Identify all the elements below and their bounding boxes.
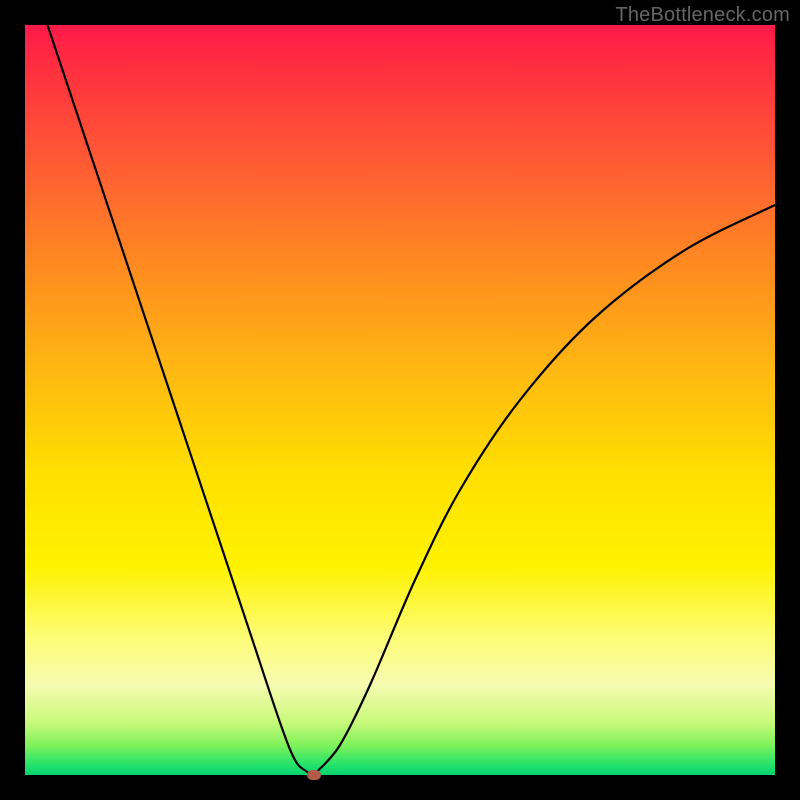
curve-svg bbox=[25, 25, 775, 775]
bottleneck-curve-path bbox=[48, 25, 776, 775]
chart-plot-area bbox=[25, 25, 775, 775]
optimal-point-marker bbox=[307, 770, 321, 780]
watermark-text: TheBottleneck.com bbox=[615, 4, 790, 27]
